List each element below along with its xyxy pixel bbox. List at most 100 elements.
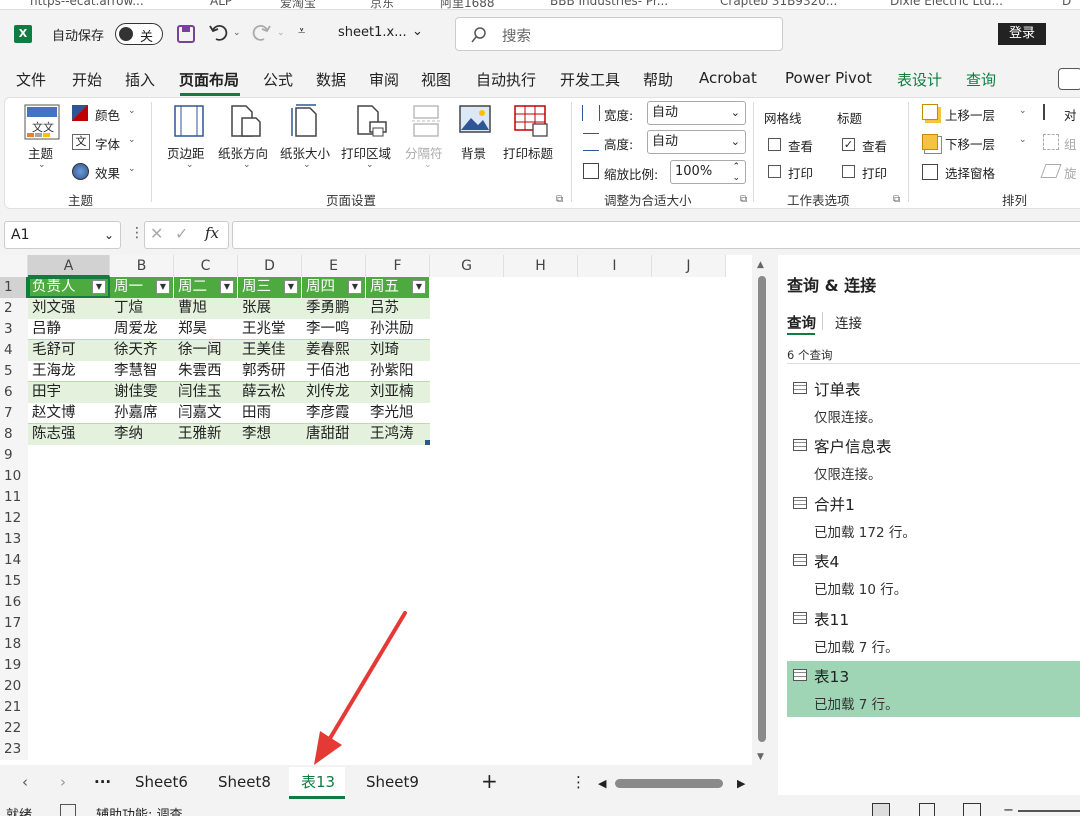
select-all-corner[interactable] <box>0 255 28 277</box>
table-cell[interactable]: 吕苏 <box>366 298 430 319</box>
tab-acrobat[interactable]: Acrobat <box>699 69 757 87</box>
tab-data[interactable]: 数据 <box>316 69 346 90</box>
redo-icon[interactable] <box>252 22 272 42</box>
more-sheets-icon[interactable]: ··· <box>94 773 111 791</box>
headings-view-checkbox[interactable]: ✓ <box>842 138 855 151</box>
row-header[interactable]: 8 <box>0 424 28 445</box>
table-cell[interactable]: 季勇鹏 <box>302 298 366 319</box>
gridlines-view-checkbox[interactable] <box>768 138 781 151</box>
horizontal-scrollbar-thumb[interactable] <box>615 779 723 788</box>
align-button[interactable]: 对 <box>1064 105 1077 124</box>
column-header[interactable]: H <box>504 255 578 277</box>
row-header[interactable]: 12 <box>0 508 28 529</box>
tab-home[interactable]: 开始 <box>72 69 102 90</box>
table-cell[interactable]: 刘琦 <box>366 340 430 361</box>
filter-dropdown-icon[interactable]: ▼ <box>412 280 426 294</box>
table-cell[interactable]: 闫佳玉 <box>174 382 238 403</box>
table-cell[interactable]: 朱雲西 <box>174 361 238 382</box>
table-cell[interactable]: 李光旭 <box>366 403 430 424</box>
insert-function-icon[interactable]: fx <box>205 224 219 242</box>
page-layout-view-icon[interactable] <box>919 803 935 816</box>
table-cell[interactable]: 张展 <box>238 298 302 319</box>
page-break-view-icon[interactable] <box>963 803 981 816</box>
effects-dropdown-icon[interactable]: ⌄ <box>128 164 136 174</box>
table-cell[interactable]: 唐甜甜 <box>302 424 366 445</box>
tab-view[interactable]: 视图 <box>421 69 451 90</box>
table-resize-handle[interactable] <box>425 440 430 445</box>
normal-view-icon[interactable] <box>872 803 890 816</box>
row-header[interactable]: 11 <box>0 487 28 508</box>
bring-forward-dropdown-icon[interactable]: ⌄ <box>1019 106 1027 116</box>
theme-dropdown-icon[interactable]: ⌄ <box>38 160 46 170</box>
table-cell[interactable]: 李想 <box>238 424 302 445</box>
save-icon[interactable] <box>176 24 196 44</box>
scale-launcher-icon[interactable]: ⧉ <box>740 194 747 205</box>
scroll-up-icon[interactable]: ▲ <box>757 260 764 270</box>
filter-dropdown-icon[interactable]: ▼ <box>348 280 362 294</box>
colors-dropdown-icon[interactable]: ⌄ <box>128 106 136 116</box>
tab-insert[interactable]: 插入 <box>125 69 155 90</box>
column-header[interactable]: D <box>238 255 302 277</box>
tab-query[interactable]: 查询 <box>966 69 996 90</box>
filename[interactable]: sheet1.x... <box>338 25 407 40</box>
bookmark[interactable]: 爱淘宝 <box>280 0 316 9</box>
hscroll-left-icon[interactable]: ◀ <box>598 777 606 790</box>
tab-power-pivot[interactable]: Power Pivot <box>785 69 872 87</box>
cancel-icon[interactable]: ✕ <box>150 224 163 243</box>
query-item[interactable]: 合并1 已加载 172 行。 <box>787 489 1080 545</box>
hscroll-right-icon[interactable]: ▶ <box>737 777 745 790</box>
customize-qat-icon[interactable]: ⩡ <box>298 24 305 39</box>
background-icon[interactable] <box>458 104 492 134</box>
table-cell[interactable]: 李慧智 <box>110 361 174 382</box>
scale-down-icon[interactable]: ⌄ <box>732 167 740 189</box>
table-cell[interactable]: 吕静 <box>28 319 110 340</box>
tab-automate[interactable]: 自动执行 <box>476 69 536 90</box>
height-select[interactable]: 自动 ⌄ <box>647 130 746 154</box>
table-cell[interactable]: 王雅新 <box>174 424 238 445</box>
query-item[interactable]: 表11 已加载 7 行。 <box>787 604 1080 660</box>
print-titles-icon[interactable] <box>513 104 549 138</box>
table-cell[interactable]: 郑昊 <box>174 319 238 340</box>
table-cell[interactable]: 曹旭 <box>174 298 238 319</box>
column-header[interactable]: F <box>366 255 430 277</box>
print-area-icon[interactable] <box>354 104 388 138</box>
sheet-tab[interactable]: Sheet6 <box>135 773 188 791</box>
row-header[interactable]: 20 <box>0 676 28 697</box>
table-cell[interactable]: 孙紫阳 <box>366 361 430 382</box>
zoom-out-icon[interactable]: − <box>1003 803 1014 816</box>
table-cell[interactable]: 于佰池 <box>302 361 366 382</box>
filter-dropdown-icon[interactable]: ▼ <box>156 280 170 294</box>
sheet-tab[interactable]: Sheet9 <box>366 773 419 791</box>
table-cell[interactable]: 陈志强 <box>28 424 110 445</box>
tab-page-layout[interactable]: 页面布局 <box>179 69 239 90</box>
row-header[interactable]: 10 <box>0 466 28 487</box>
tab-review[interactable]: 审阅 <box>369 69 399 90</box>
column-header[interactable]: J <box>652 255 726 277</box>
column-header[interactable]: C <box>174 255 238 277</box>
fonts-button[interactable]: 字体 <box>95 134 120 153</box>
undo-dropdown-icon[interactable]: ⌄ <box>233 28 241 38</box>
send-backward-dropdown-icon[interactable]: ⌄ <box>1019 135 1027 145</box>
colors-button[interactable]: 颜色 <box>95 105 120 124</box>
bookmark[interactable]: Crapteb 31B9320... <box>720 0 837 8</box>
print-area-dropdown-icon[interactable]: ⌄ <box>366 160 374 170</box>
row-header[interactable]: 16 <box>0 592 28 613</box>
table-cell[interactable]: 毛舒可 <box>28 340 110 361</box>
table-cell[interactable]: 孙洪励 <box>366 319 430 340</box>
table-cell[interactable]: 李一鸣 <box>302 319 366 340</box>
table-header-cell[interactable]: 周三 ▼ <box>238 277 302 298</box>
filter-dropdown-icon[interactable]: ▼ <box>92 280 106 294</box>
undo-icon[interactable] <box>208 22 228 42</box>
formula-input[interactable] <box>232 221 1080 249</box>
column-header[interactable]: A <box>28 255 110 277</box>
bring-forward-button[interactable]: 上移一层 <box>945 105 995 124</box>
row-header[interactable]: 18 <box>0 634 28 655</box>
tab-help[interactable]: 帮助 <box>643 69 673 90</box>
query-item[interactable]: 表13 已加载 7 行。 <box>787 661 1080 717</box>
row-header[interactable]: 22 <box>0 718 28 739</box>
tab-formulas[interactable]: 公式 <box>263 69 293 90</box>
query-item[interactable]: 表4 已加载 10 行。 <box>787 546 1080 602</box>
table-header-cell[interactable]: 周四 ▼ <box>302 277 366 298</box>
bookmark[interactable]: https--ecat.arrow... <box>30 0 144 8</box>
table-cell[interactable]: 徐一闻 <box>174 340 238 361</box>
